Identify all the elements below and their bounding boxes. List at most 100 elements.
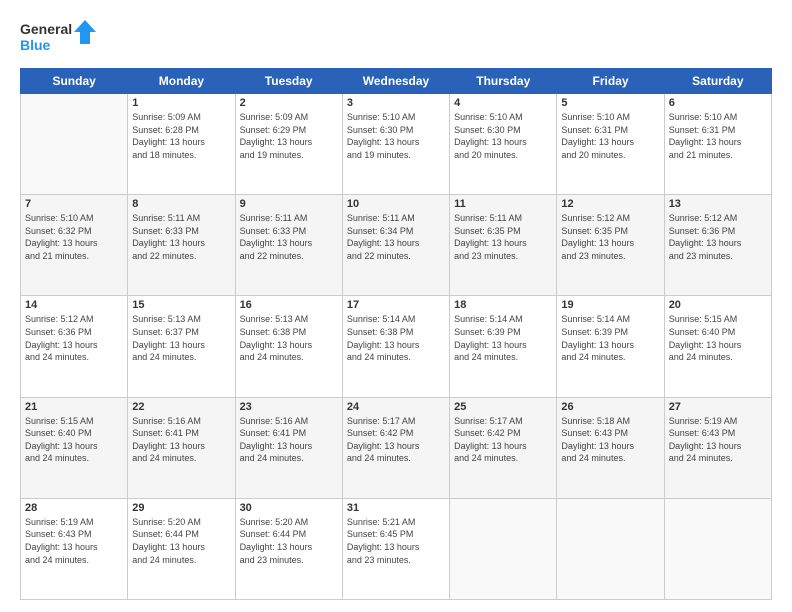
calendar-cell — [557, 498, 664, 599]
calendar-cell: 29 Sunrise: 5:20 AM Sunset: 6:44 PM Dayli… — [128, 498, 235, 599]
cell-info: Sunrise: 5:10 AM Sunset: 6:31 PM Dayligh… — [561, 111, 659, 161]
day-number: 16 — [240, 299, 338, 311]
header-row: SundayMondayTuesdayWednesdayThursdayFrid… — [21, 69, 772, 94]
calendar-cell: 26 Sunrise: 5:18 AM Sunset: 6:43 PM Dayli… — [557, 397, 664, 498]
day-number: 31 — [347, 502, 445, 514]
week-row-5: 28 Sunrise: 5:19 AM Sunset: 6:43 PM Dayli… — [21, 498, 772, 599]
calendar-cell: 10 Sunrise: 5:11 AM Sunset: 6:34 PM Dayli… — [342, 195, 449, 296]
svg-text:General: General — [20, 21, 72, 37]
day-number: 2 — [240, 97, 338, 109]
day-number: 30 — [240, 502, 338, 514]
cell-info: Sunrise: 5:14 AM Sunset: 6:39 PM Dayligh… — [454, 313, 552, 363]
page: General Blue SundayMondayTuesdayWednesda… — [0, 0, 792, 612]
cell-info: Sunrise: 5:20 AM Sunset: 6:44 PM Dayligh… — [132, 516, 230, 566]
calendar-cell: 17Sunrise: 5:14 AM Sunset: 6:38 PM Dayli… — [342, 296, 449, 397]
day-header-sunday: Sunday — [21, 69, 128, 94]
calendar-cell: 30 Sunrise: 5:20 AM Sunset: 6:44 PM Dayli… — [235, 498, 342, 599]
cell-info: Sunrise: 5:14 AM Sunset: 6:39 PM Dayligh… — [561, 313, 659, 363]
calendar-cell: 13 Sunrise: 5:12 AM Sunset: 6:36 PM Dayli… — [664, 195, 771, 296]
day-number: 21 — [25, 401, 123, 413]
day-number: 4 — [454, 97, 552, 109]
calendar-cell: 19 Sunrise: 5:14 AM Sunset: 6:39 PM Dayli… — [557, 296, 664, 397]
calendar-cell: 4 Sunrise: 5:10 AM Sunset: 6:30 PM Daylig… — [450, 94, 557, 195]
cell-info: Sunrise: 5:20 AM Sunset: 6:44 PM Dayligh… — [240, 516, 338, 566]
calendar-cell: 24Sunrise: 5:17 AM Sunset: 6:42 PM Dayli… — [342, 397, 449, 498]
day-number: 17 — [347, 299, 445, 311]
week-row-2: 7 Sunrise: 5:10 AM Sunset: 6:32 PM Daylig… — [21, 195, 772, 296]
calendar-cell: 8 Sunrise: 5:11 AM Sunset: 6:33 PM Daylig… — [128, 195, 235, 296]
calendar-cell: 1 Sunrise: 5:09 AM Sunset: 6:28 PM Daylig… — [128, 94, 235, 195]
cell-info: Sunrise: 5:13 AM Sunset: 6:38 PM Dayligh… — [240, 313, 338, 363]
cell-info: Sunrise: 5:11 AM Sunset: 6:33 PM Dayligh… — [132, 212, 230, 262]
calendar-cell: 11Sunrise: 5:11 AM Sunset: 6:35 PM Dayli… — [450, 195, 557, 296]
day-header-wednesday: Wednesday — [342, 69, 449, 94]
calendar-cell: 23 Sunrise: 5:16 AM Sunset: 6:41 PM Dayli… — [235, 397, 342, 498]
logo: General Blue — [20, 16, 100, 58]
day-number: 13 — [669, 198, 767, 210]
day-number: 8 — [132, 198, 230, 210]
day-number: 1 — [132, 97, 230, 109]
day-number: 29 — [132, 502, 230, 514]
day-number: 20 — [669, 299, 767, 311]
day-number: 7 — [25, 198, 123, 210]
cell-info: Sunrise: 5:12 AM Sunset: 6:36 PM Dayligh… — [669, 212, 767, 262]
day-number: 26 — [561, 401, 659, 413]
day-header-tuesday: Tuesday — [235, 69, 342, 94]
day-number: 14 — [25, 299, 123, 311]
svg-text:Blue: Blue — [20, 37, 51, 53]
day-header-thursday: Thursday — [450, 69, 557, 94]
cell-info: Sunrise: 5:16 AM Sunset: 6:41 PM Dayligh… — [132, 415, 230, 465]
day-number: 5 — [561, 97, 659, 109]
cell-info: Sunrise: 5:09 AM Sunset: 6:28 PM Dayligh… — [132, 111, 230, 161]
day-number: 10 — [347, 198, 445, 210]
cell-info: Sunrise: 5:16 AM Sunset: 6:41 PM Dayligh… — [240, 415, 338, 465]
calendar-cell — [450, 498, 557, 599]
cell-info: Sunrise: 5:12 AM Sunset: 6:36 PM Dayligh… — [25, 313, 123, 363]
day-number: 3 — [347, 97, 445, 109]
day-number: 11 — [454, 198, 552, 210]
day-header-saturday: Saturday — [664, 69, 771, 94]
cell-info: Sunrise: 5:19 AM Sunset: 6:43 PM Dayligh… — [25, 516, 123, 566]
cell-info: Sunrise: 5:15 AM Sunset: 6:40 PM Dayligh… — [25, 415, 123, 465]
calendar-cell: 6Sunrise: 5:10 AM Sunset: 6:31 PM Daylig… — [664, 94, 771, 195]
calendar-cell: 25 Sunrise: 5:17 AM Sunset: 6:42 PM Dayli… — [450, 397, 557, 498]
calendar-cell — [21, 94, 128, 195]
calendar-cell: 14 Sunrise: 5:12 AM Sunset: 6:36 PM Dayli… — [21, 296, 128, 397]
day-number: 6 — [669, 97, 767, 109]
calendar-cell: 9 Sunrise: 5:11 AM Sunset: 6:33 PM Daylig… — [235, 195, 342, 296]
cell-info: Sunrise: 5:10 AM Sunset: 6:32 PM Dayligh… — [25, 212, 123, 262]
day-number: 27 — [669, 401, 767, 413]
calendar-cell: 27 Sunrise: 5:19 AM Sunset: 6:43 PM Dayli… — [664, 397, 771, 498]
calendar-cell: 12Sunrise: 5:12 AM Sunset: 6:35 PM Dayli… — [557, 195, 664, 296]
day-number: 25 — [454, 401, 552, 413]
cell-info: Sunrise: 5:10 AM Sunset: 6:30 PM Dayligh… — [347, 111, 445, 161]
calendar-cell: 20 Sunrise: 5:15 AM Sunset: 6:40 PM Dayli… — [664, 296, 771, 397]
day-header-monday: Monday — [128, 69, 235, 94]
calendar-cell: 22 Sunrise: 5:16 AM Sunset: 6:41 PM Dayli… — [128, 397, 235, 498]
day-number: 22 — [132, 401, 230, 413]
calendar-table: SundayMondayTuesdayWednesdayThursdayFrid… — [20, 68, 772, 600]
day-number: 28 — [25, 502, 123, 514]
calendar-cell: 31 Sunrise: 5:21 AM Sunset: 6:45 PM Dayli… — [342, 498, 449, 599]
cell-info: Sunrise: 5:17 AM Sunset: 6:42 PM Dayligh… — [454, 415, 552, 465]
day-number: 19 — [561, 299, 659, 311]
cell-info: Sunrise: 5:11 AM Sunset: 6:34 PM Dayligh… — [347, 212, 445, 262]
day-number: 9 — [240, 198, 338, 210]
cell-info: Sunrise: 5:18 AM Sunset: 6:43 PM Dayligh… — [561, 415, 659, 465]
day-number: 18 — [454, 299, 552, 311]
cell-info: Sunrise: 5:15 AM Sunset: 6:40 PM Dayligh… — [669, 313, 767, 363]
cell-info: Sunrise: 5:21 AM Sunset: 6:45 PM Dayligh… — [347, 516, 445, 566]
calendar-cell: 16 Sunrise: 5:13 AM Sunset: 6:38 PM Dayli… — [235, 296, 342, 397]
cell-info: Sunrise: 5:19 AM Sunset: 6:43 PM Dayligh… — [669, 415, 767, 465]
week-row-4: 21 Sunrise: 5:15 AM Sunset: 6:40 PM Dayli… — [21, 397, 772, 498]
logo-svg: General Blue — [20, 16, 100, 58]
calendar-cell: 3 Sunrise: 5:10 AM Sunset: 6:30 PM Daylig… — [342, 94, 449, 195]
calendar-cell: 18 Sunrise: 5:14 AM Sunset: 6:39 PM Dayli… — [450, 296, 557, 397]
day-number: 23 — [240, 401, 338, 413]
week-row-1: 1 Sunrise: 5:09 AM Sunset: 6:28 PM Daylig… — [21, 94, 772, 195]
calendar-cell: 7 Sunrise: 5:10 AM Sunset: 6:32 PM Daylig… — [21, 195, 128, 296]
day-number: 12 — [561, 198, 659, 210]
day-number: 15 — [132, 299, 230, 311]
cell-info: Sunrise: 5:10 AM Sunset: 6:30 PM Dayligh… — [454, 111, 552, 161]
cell-info: Sunrise: 5:11 AM Sunset: 6:33 PM Dayligh… — [240, 212, 338, 262]
